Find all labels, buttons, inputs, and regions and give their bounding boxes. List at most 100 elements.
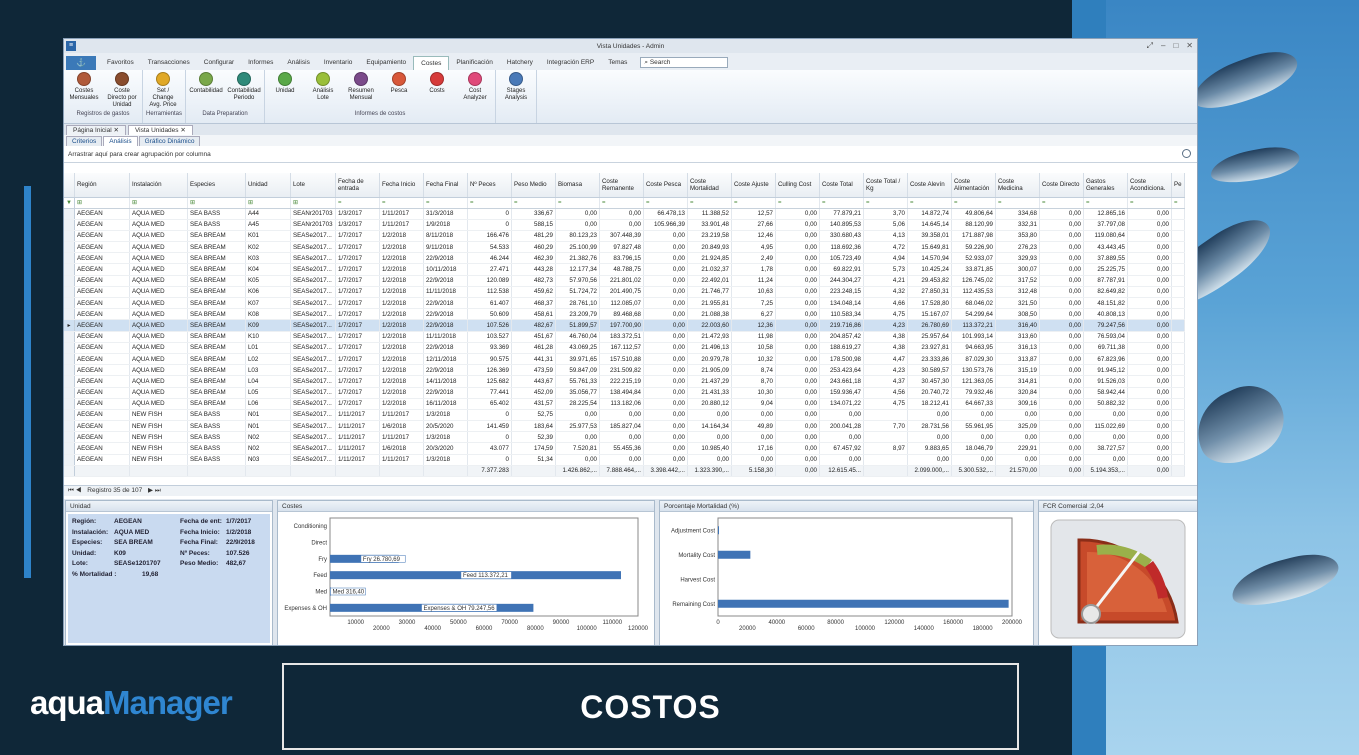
table-cell[interactable]: 0,00 — [1127, 241, 1172, 254]
table-cell[interactable]: 49,89 — [731, 420, 776, 433]
table-cell[interactable]: 0,00 — [1127, 319, 1172, 332]
ribbon-button-3-3[interactable]: Pesca — [382, 72, 416, 110]
table-cell[interactable]: 1/11/2017 — [335, 431, 380, 444]
table-cell[interactable]: SEA BASS — [187, 208, 246, 220]
filter-cell[interactable]: ⊞ — [187, 197, 246, 209]
table-cell[interactable]: 229,91 — [995, 442, 1040, 455]
table-cell[interactable]: 468,37 — [511, 297, 556, 310]
table-cell[interactable]: 64.667,33 — [951, 398, 996, 410]
table-cell[interactable]: 118.692,36 — [819, 241, 864, 254]
table-row[interactable]: AEGEAN AQUA MED SEA BREAM L05 SEASe2017... 1/… — [64, 387, 1185, 399]
table-cell[interactable]: 26.780,69 — [907, 319, 952, 332]
table-row[interactable]: AEGEAN NEW FISH SEA BASS N02 SEASe2017... 1/1… — [64, 442, 1185, 455]
table-cell[interactable]: 94.663,95 — [951, 342, 996, 354]
table-cell[interactable]: 49.806,64 — [951, 208, 996, 220]
table-cell[interactable]: 317,52 — [995, 275, 1040, 287]
table-cell[interactable]: 11.388,52 — [687, 208, 732, 220]
table-cell[interactable]: 43.069,25 — [555, 342, 600, 354]
table-cell[interactable]: 0,00 — [1127, 431, 1172, 444]
table-cell[interactable]: 4,38 — [863, 331, 908, 343]
table-row[interactable]: AEGEAN AQUA MED SEA BREAM L06 SEASe2017... 1/… — [64, 398, 1185, 410]
table-cell[interactable]: 0 — [467, 219, 512, 231]
table-cell[interactable]: 1/11/2017 — [335, 409, 380, 422]
table-cell[interactable]: 0,00 — [1039, 409, 1084, 422]
table-cell[interactable]: 76.593,04 — [1083, 331, 1128, 343]
table-row[interactable]: AEGEAN NEW FISH SEA BASS N01 SEASe2017... 1/1… — [64, 409, 1185, 422]
table-cell[interactable]: 141.459 — [467, 420, 512, 433]
table-cell[interactable]: 0,00 — [1127, 331, 1172, 343]
table-cell[interactable]: 43.077 — [467, 442, 512, 455]
table-cell[interactable]: 20.979,78 — [687, 353, 732, 366]
table-cell[interactable]: 50.609 — [467, 308, 512, 321]
table-cell[interactable]: SEASe2017... — [290, 409, 336, 422]
table-cell[interactable]: 22/9/2018 — [423, 387, 468, 399]
table-cell[interactable]: 10,30 — [731, 387, 776, 399]
table-cell[interactable]: 11/11/2018 — [423, 286, 468, 299]
table-cell[interactable]: 0,00 — [775, 241, 820, 254]
table-cell[interactable]: 113.372,21 — [951, 319, 996, 332]
table-cell[interactable]: 105.966,39 — [643, 219, 688, 231]
table-cell[interactable]: 0,00 — [643, 275, 688, 287]
table-cell[interactable]: 1/2/2018 — [379, 398, 424, 410]
table-cell[interactable]: 48.788,75 — [599, 263, 644, 276]
table-cell[interactable]: 0,00 — [1083, 454, 1128, 466]
table-cell[interactable]: 22/9/2018 — [423, 297, 468, 310]
table-cell[interactable]: 0,00 — [555, 431, 600, 444]
table-cell[interactable]: 1/11/2017 — [335, 420, 380, 433]
table-cell[interactable]: AEGEAN — [74, 208, 130, 220]
table-cell[interactable]: AEGEAN — [74, 230, 130, 243]
table-cell[interactable]: 0,00 — [775, 297, 820, 310]
table-cell[interactable]: AQUA MED — [129, 308, 188, 321]
column-header[interactable]: Región — [74, 173, 130, 198]
table-cell[interactable]: 12/11/2018 — [423, 353, 468, 366]
table-cell[interactable]: 1/3/2017 — [335, 208, 380, 220]
filter-cell[interactable]: = — [643, 197, 688, 209]
table-cell[interactable]: 0,00 — [1127, 454, 1172, 466]
filter-cell[interactable]: = — [555, 197, 600, 209]
table-cell[interactable]: 112.435,53 — [951, 286, 996, 299]
table-cell[interactable]: 0,00 — [643, 319, 688, 332]
table-cell[interactable]: 0,00 — [775, 263, 820, 276]
ribbon-button-0-0[interactable]: Costes Mensuales — [67, 72, 101, 110]
table-row[interactable]: AEGEAN AQUA MED SEA BREAM K08 SEASe2017... 1/… — [64, 308, 1185, 321]
column-header[interactable]: Coste Ajuste — [731, 173, 776, 198]
table-cell[interactable]: SEA BREAM — [187, 286, 246, 299]
table-cell[interactable]: 97.827,48 — [599, 241, 644, 254]
table-cell[interactable]: SEASe2017... — [290, 353, 336, 366]
filter-cell[interactable]: = — [951, 197, 996, 209]
table-cell[interactable]: 0,00 — [1127, 219, 1172, 231]
table-cell[interactable]: 67.457,92 — [819, 442, 864, 455]
table-cell[interactable]: 231.509,82 — [599, 364, 644, 377]
table-cell[interactable]: 4,37 — [863, 375, 908, 388]
table-cell[interactable]: SEANr201703 — [290, 219, 336, 231]
table-cell[interactable]: 12,46 — [731, 230, 776, 243]
table-cell[interactable]: 134.048,14 — [819, 297, 864, 310]
table-cell[interactable]: 91.526,03 — [1083, 375, 1128, 388]
filter-cell[interactable]: ⊞ — [74, 197, 130, 209]
table-cell[interactable]: 243.661,18 — [819, 375, 864, 388]
ribbon-button-3-5[interactable]: Cost Analyzer — [458, 72, 492, 110]
table-cell[interactable]: 22/9/2018 — [423, 319, 468, 332]
table-cell[interactable]: 27,66 — [731, 219, 776, 231]
table-cell[interactable]: 0,00 — [643, 263, 688, 276]
table-cell[interactable]: 1/11/2017 — [335, 442, 380, 455]
table-cell[interactable]: 18.212,41 — [907, 398, 952, 410]
table-cell[interactable]: 0,00 — [555, 409, 600, 422]
table-cell[interactable]: 0,00 — [555, 208, 600, 220]
table-cell[interactable]: 21.431,33 — [687, 387, 732, 399]
table-cell[interactable]: 0,00 — [1039, 331, 1084, 343]
table-cell[interactable]: 25.957,64 — [907, 331, 952, 343]
table-cell[interactable]: 103.527 — [467, 331, 512, 343]
table-cell[interactable]: AEGEAN — [74, 342, 130, 354]
table-cell[interactable]: 39.971,65 — [555, 353, 600, 366]
table-row[interactable]: AEGEAN AQUA MED SEA BREAM K03 SEASe2017... 1/… — [64, 252, 1185, 265]
table-cell[interactable]: SEA BREAM — [187, 353, 246, 366]
table-cell[interactable]: NEW FISH — [129, 420, 188, 433]
table-cell[interactable]: L03 — [245, 364, 291, 377]
table-cell[interactable]: 51.724,72 — [555, 286, 600, 299]
table-cell[interactable]: SEA BASS — [187, 454, 246, 466]
table-cell[interactable]: 1/7/2017 — [335, 297, 380, 310]
table-cell[interactable]: 121.363,05 — [951, 375, 996, 388]
column-header[interactable]: Coste Pesca — [643, 173, 688, 198]
table-cell[interactable]: 138.494,84 — [599, 387, 644, 399]
